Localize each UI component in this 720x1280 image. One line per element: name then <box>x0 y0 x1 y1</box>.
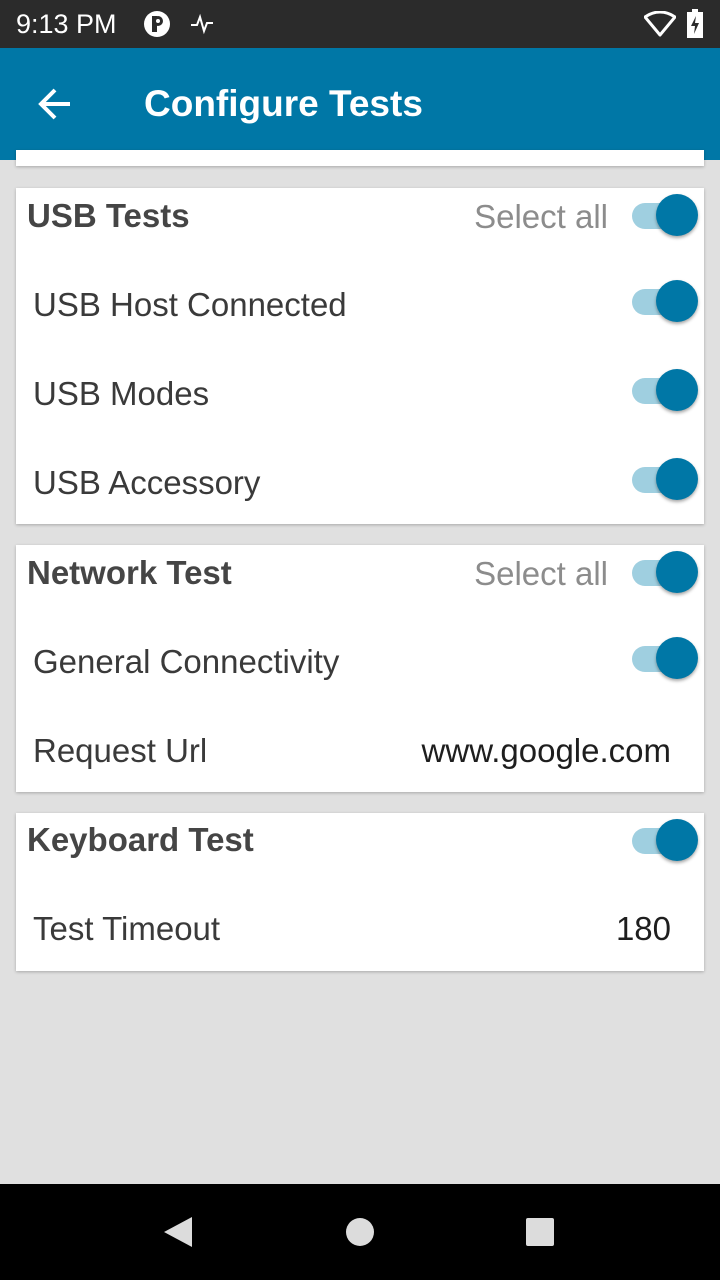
switch-thumb <box>656 280 698 322</box>
test-timeout-value[interactable]: 180 <box>616 909 671 949</box>
battery-charging-icon <box>686 9 704 44</box>
keyboard-test-card: Keyboard Test Test Timeout 180 <box>16 813 704 971</box>
wifi-icon <box>643 10 677 42</box>
back-triangle-icon <box>164 1217 192 1247</box>
request-url-label: Request Url <box>33 732 208 769</box>
switch-thumb <box>656 369 698 411</box>
general-connectivity-label: General Connectivity <box>33 643 340 680</box>
usb-tests-card: USB Tests Select all USB Host Connected … <box>16 188 704 524</box>
switch-thumb <box>656 458 698 500</box>
network-test-card: Network Test Select all General Connecti… <box>16 545 704 792</box>
usb-accessory-switch[interactable] <box>630 458 698 502</box>
app-notification-icon <box>143 10 171 43</box>
activity-icon <box>190 13 214 40</box>
switch-thumb <box>656 194 698 236</box>
section-title-usb: USB Tests <box>27 197 190 234</box>
select-all-label-network: Select all <box>474 555 608 592</box>
navigation-bar <box>0 1184 720 1280</box>
select-all-switch-network[interactable] <box>630 551 698 595</box>
usb-accessory-label: USB Accessory <box>33 464 261 501</box>
app-bar: Configure Tests <box>0 48 720 160</box>
section-title-keyboard: Keyboard Test <box>27 821 254 858</box>
keyboard-test-switch[interactable] <box>630 819 698 863</box>
usb-modes-switch[interactable] <box>630 369 698 413</box>
usb-modes-label: USB Modes <box>33 375 210 412</box>
nav-back-button[interactable] <box>162 1215 194 1254</box>
section-title-network: Network Test <box>27 554 232 591</box>
arrow-back-icon <box>38 88 70 120</box>
recents-square-icon <box>526 1218 554 1246</box>
switch-thumb <box>656 637 698 679</box>
usb-host-connected-label: USB Host Connected <box>33 286 347 323</box>
nav-home-button[interactable] <box>345 1217 375 1252</box>
general-connectivity-switch[interactable] <box>630 637 698 681</box>
back-button[interactable] <box>36 84 76 124</box>
status-bar: 9:13 PM <box>0 0 720 48</box>
select-all-label-usb: Select all <box>474 198 608 235</box>
status-time: 9:13 PM <box>16 9 117 39</box>
previous-card-edge <box>16 150 704 166</box>
switch-thumb <box>656 819 698 861</box>
usb-host-connected-switch[interactable] <box>630 280 698 324</box>
switch-thumb <box>656 551 698 593</box>
nav-recents-button[interactable] <box>525 1217 555 1252</box>
select-all-switch-usb[interactable] <box>630 194 698 238</box>
page-title: Configure Tests <box>144 83 423 124</box>
test-timeout-label: Test Timeout <box>33 910 221 947</box>
home-circle-icon <box>346 1218 374 1246</box>
request-url-value[interactable]: www.google.com <box>422 731 671 771</box>
